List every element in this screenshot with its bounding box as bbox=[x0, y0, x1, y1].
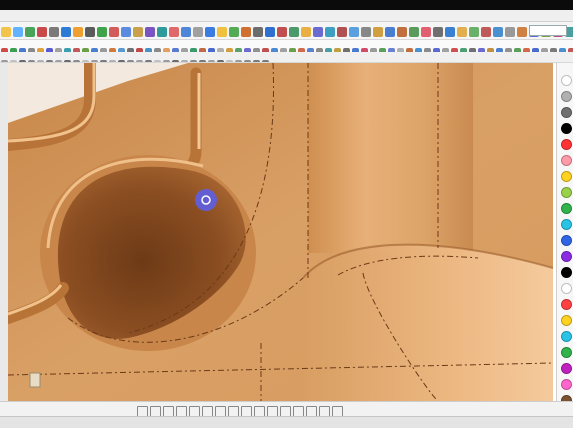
search-input[interactable] bbox=[529, 25, 567, 36]
toolbar-button[interactable] bbox=[373, 27, 383, 37]
toolbar-button[interactable] bbox=[133, 27, 143, 37]
color-swatch[interactable] bbox=[561, 219, 572, 230]
color-swatch[interactable] bbox=[561, 139, 572, 150]
toolbar-button[interactable] bbox=[469, 27, 479, 37]
color-swatch[interactable] bbox=[561, 123, 572, 134]
toolbar-button[interactable] bbox=[49, 27, 59, 37]
color-swatch[interactable] bbox=[561, 299, 572, 310]
color-swatch[interactable] bbox=[561, 155, 572, 166]
color-swatch[interactable] bbox=[561, 235, 572, 246]
color-swatch[interactable] bbox=[561, 203, 572, 214]
toolbar-button[interactable] bbox=[409, 27, 419, 37]
model-right-dome bbox=[303, 244, 553, 401]
toolbar-button[interactable] bbox=[313, 27, 323, 37]
toolbar-button[interactable] bbox=[169, 27, 179, 37]
toolbar-button[interactable] bbox=[493, 27, 503, 37]
toolbar-button[interactable] bbox=[385, 27, 395, 37]
menu-bar bbox=[0, 10, 573, 22]
toolbar-button[interactable] bbox=[289, 27, 299, 37]
color-palette bbox=[556, 63, 573, 406]
color-swatch[interactable] bbox=[561, 315, 572, 326]
toolbar-button[interactable] bbox=[13, 27, 23, 37]
toolbar-button[interactable] bbox=[109, 27, 119, 37]
toolbar-button[interactable] bbox=[97, 27, 107, 37]
color-swatch[interactable] bbox=[561, 187, 572, 198]
main-toolbar bbox=[0, 22, 573, 40]
toolbar-button[interactable] bbox=[325, 27, 335, 37]
toolbar-button[interactable] bbox=[181, 27, 191, 37]
toolbar-button[interactable] bbox=[253, 27, 263, 37]
toolbar-button[interactable] bbox=[25, 27, 35, 37]
toolbar-button[interactable] bbox=[457, 27, 467, 37]
model-viewport[interactable] bbox=[8, 63, 553, 401]
color-swatch[interactable] bbox=[561, 107, 572, 118]
color-swatch[interactable] bbox=[561, 267, 572, 278]
toolbar-button[interactable] bbox=[361, 27, 371, 37]
bottom-toolbar bbox=[0, 401, 573, 417]
toolbar-button[interactable] bbox=[445, 27, 455, 37]
toolbar-button[interactable] bbox=[277, 27, 287, 37]
toolbar-button[interactable] bbox=[157, 27, 167, 37]
color-swatch[interactable] bbox=[561, 379, 572, 390]
toolbar-button[interactable] bbox=[421, 27, 431, 37]
model-tower bbox=[308, 63, 473, 253]
color-swatch[interactable] bbox=[561, 331, 572, 342]
toolbar-button[interactable] bbox=[193, 27, 203, 37]
toolbar-button[interactable] bbox=[397, 27, 407, 37]
status-bar bbox=[0, 416, 573, 428]
toolbar-button[interactable] bbox=[433, 27, 443, 37]
filter-toolbar bbox=[0, 52, 573, 63]
toolbar-button[interactable] bbox=[121, 27, 131, 37]
color-swatch[interactable] bbox=[561, 75, 572, 86]
toolbar-button[interactable] bbox=[1, 27, 11, 37]
toolbar-button[interactable] bbox=[217, 27, 227, 37]
color-swatch[interactable] bbox=[561, 283, 572, 294]
toolbar-button[interactable] bbox=[85, 27, 95, 37]
toolbar-button[interactable] bbox=[337, 27, 347, 37]
color-swatch[interactable] bbox=[561, 251, 572, 262]
toolbar-button[interactable] bbox=[481, 27, 491, 37]
color-swatch[interactable] bbox=[561, 363, 572, 374]
color-swatch[interactable] bbox=[561, 91, 572, 102]
toolbar-button[interactable] bbox=[205, 27, 215, 37]
toolbar-button[interactable] bbox=[265, 27, 275, 37]
toolbar-button[interactable] bbox=[229, 27, 239, 37]
color-swatch[interactable] bbox=[561, 347, 572, 358]
cursor-highlight-circle bbox=[195, 189, 217, 211]
coordinate-triad-icon bbox=[29, 372, 41, 388]
title-bar bbox=[0, 0, 573, 10]
toolbar-button[interactable] bbox=[241, 27, 251, 37]
toolbar-button[interactable] bbox=[73, 27, 83, 37]
toolbar-button[interactable] bbox=[517, 27, 527, 37]
toolbar-button[interactable] bbox=[301, 27, 311, 37]
toolbar-button[interactable] bbox=[145, 27, 155, 37]
toolbar-button[interactable] bbox=[37, 27, 47, 37]
toolbar-button[interactable] bbox=[505, 27, 515, 37]
toolbar-button[interactable] bbox=[61, 27, 71, 37]
toolbar-button[interactable] bbox=[349, 27, 359, 37]
color-swatch[interactable] bbox=[561, 171, 572, 182]
cad-model-view[interactable] bbox=[8, 63, 553, 401]
